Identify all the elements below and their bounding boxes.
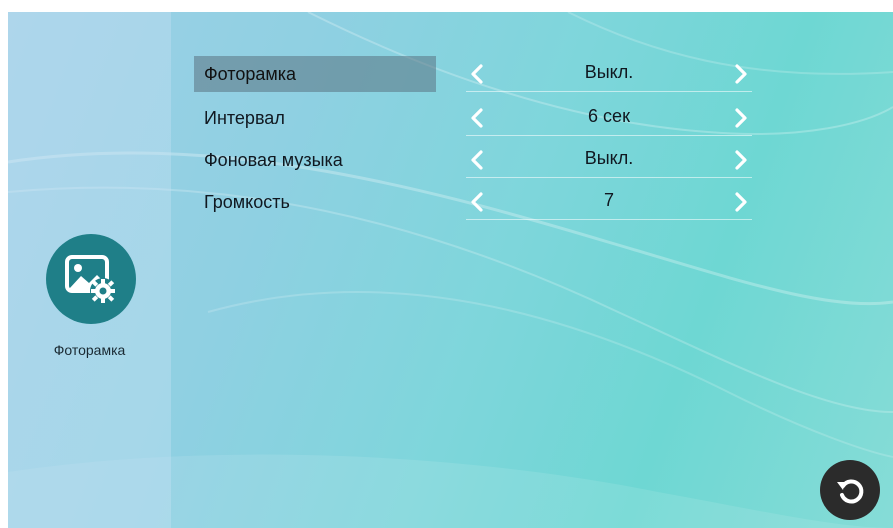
chevron-left-icon[interactable] — [466, 106, 488, 130]
chevron-left-icon[interactable] — [466, 148, 488, 172]
setting-label[interactable]: Громкость — [194, 184, 436, 220]
row-divider — [466, 177, 752, 178]
chevron-left-icon[interactable] — [466, 190, 488, 214]
screen: Фоторамка Фоторамка Выкл. Интервал 6 сек… — [8, 12, 893, 528]
row-divider — [466, 135, 752, 136]
undo-icon[interactable] — [820, 460, 880, 520]
row-divider — [466, 91, 752, 92]
photo-settings-icon[interactable] — [46, 234, 136, 324]
row-divider — [466, 219, 752, 220]
settings-row[interactable]: Фоторамка Выкл. — [194, 56, 754, 92]
chevron-right-icon[interactable] — [730, 148, 752, 172]
settings-row[interactable]: Громкость 7 — [194, 184, 754, 220]
settings-row[interactable]: Интервал 6 сек — [194, 100, 754, 136]
chevron-right-icon[interactable] — [730, 106, 752, 130]
setting-label[interactable]: Интервал — [194, 100, 436, 136]
setting-value: 7 — [603, 190, 614, 210]
sidebar: Фоторамка — [8, 12, 171, 528]
app-label: Фоторамка — [53, 342, 126, 358]
chevron-left-icon[interactable] — [466, 62, 488, 86]
settings-row[interactable]: Фоновая музыка Выкл. — [194, 142, 754, 178]
setting-label[interactable]: Фоновая музыка — [194, 142, 436, 178]
setting-label[interactable]: Фоторамка — [194, 56, 436, 92]
chevron-right-icon[interactable] — [730, 190, 752, 214]
setting-value: Выкл. — [584, 62, 634, 82]
chevron-right-icon[interactable] — [730, 62, 752, 86]
setting-value: Выкл. — [584, 148, 634, 168]
setting-value: 6 сек — [588, 106, 630, 126]
